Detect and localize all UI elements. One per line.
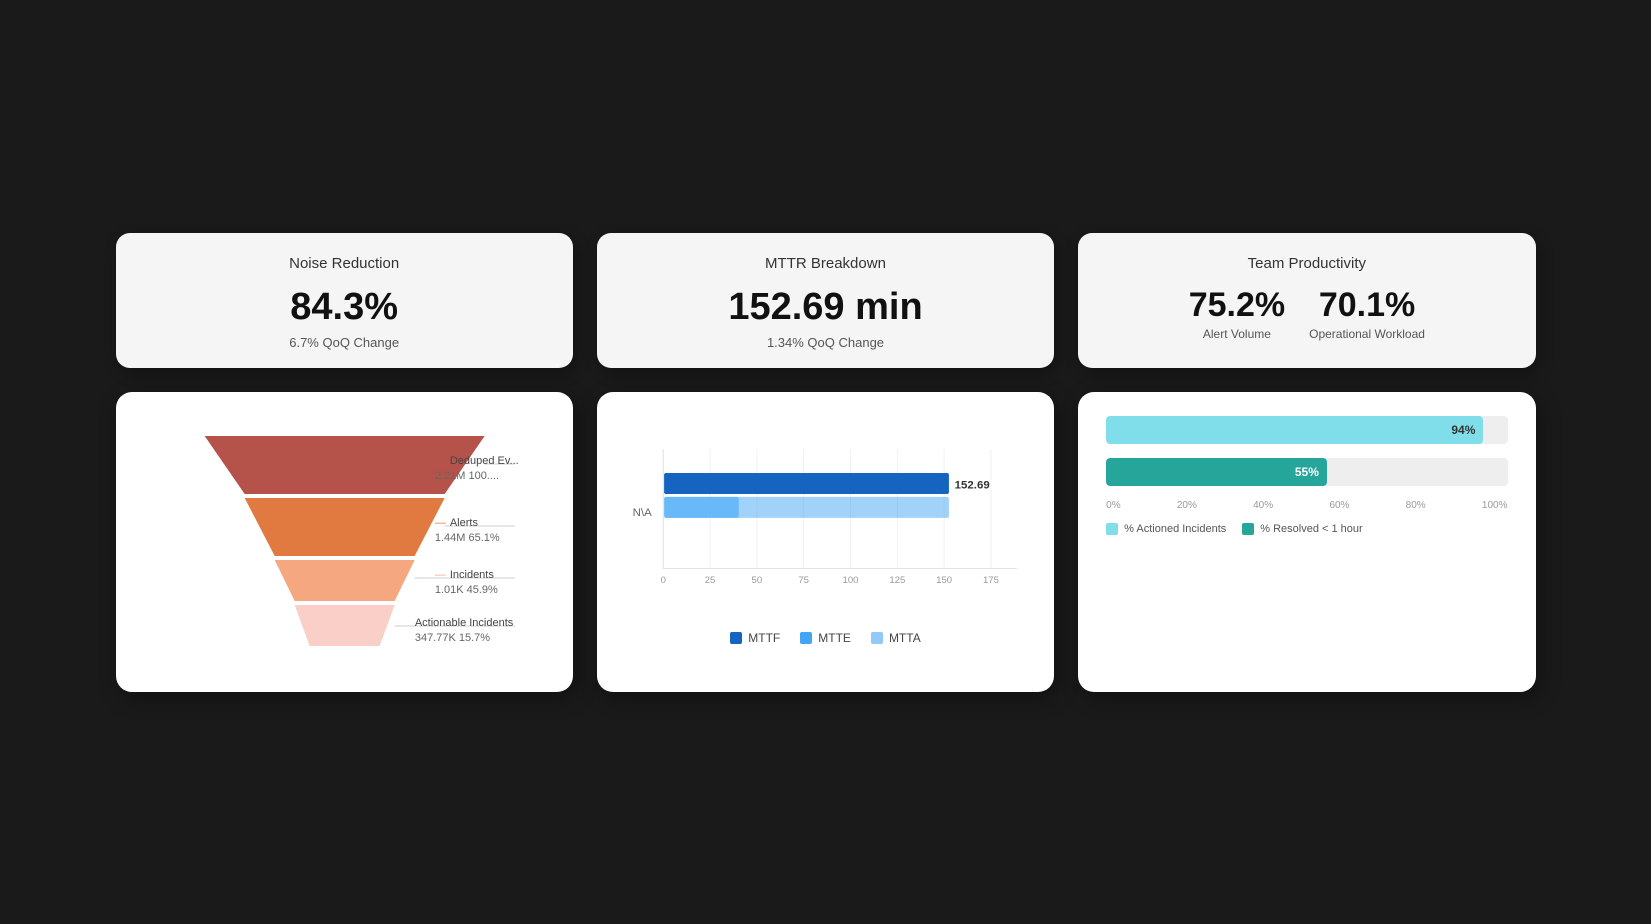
- noise-reduction-title: Noise Reduction: [148, 255, 541, 272]
- legend-mtta: MTTA: [871, 631, 921, 645]
- hbar-resolved-track: 55%: [1106, 458, 1507, 486]
- funnel-label-4: Actionable Incidents347.77K 15.7%: [415, 616, 545, 647]
- funnel-label-2: —Alerts1.44M 65.1%: [435, 516, 545, 547]
- mttr-chart: N\A 0 25 50 75 100 125 150 175: [625, 416, 1026, 645]
- hbar-actioned-fill: 94%: [1106, 416, 1483, 444]
- mtta-legend-label: MTTA: [889, 631, 921, 645]
- operational-item: 70.1% Operational Workload: [1309, 286, 1425, 341]
- hbar-actioned-track: 94%: [1106, 416, 1507, 444]
- mttr-legend: MTTF MTTE MTTA: [625, 631, 1026, 645]
- funnel-chart-card: —Deduped Ev...2.21M 100.... —Alerts1.44M…: [116, 392, 573, 692]
- noise-reduction-kpi: Noise Reduction 84.3% 6.7% QoQ Change: [116, 233, 573, 368]
- svg-text:150: 150: [936, 574, 952, 585]
- mttr-chart-card: N\A 0 25 50 75 100 125 150 175: [597, 392, 1054, 692]
- svg-text:100: 100: [842, 574, 858, 585]
- legend-actioned: % Actioned Incidents: [1106, 523, 1226, 535]
- hbar-resolved-pct: 55%: [1295, 465, 1319, 479]
- team-productivity-title: Team Productivity: [1110, 255, 1503, 272]
- productivity-legend: % Actioned Incidents % Resolved < 1 hour: [1106, 523, 1507, 535]
- legend-mttf: MTTF: [730, 631, 780, 645]
- svg-text:0: 0: [660, 574, 665, 585]
- svg-text:175: 175: [983, 574, 999, 585]
- dashboard: Noise Reduction 84.3% 6.7% QoQ Change MT…: [76, 193, 1576, 732]
- svg-text:125: 125: [889, 574, 905, 585]
- productivity-chart-card: 94% 55% 0% 20% 40% 60% 80% 100%: [1078, 392, 1535, 692]
- mttr-svg: N\A 0 25 50 75 100 125 150 175: [625, 416, 1026, 616]
- svg-text:75: 75: [798, 574, 809, 585]
- mtta-legend-dot: [871, 632, 883, 644]
- mttf-legend-dot: [730, 632, 742, 644]
- actioned-legend-label: % Actioned Incidents: [1124, 523, 1226, 535]
- hbar-actioned: 94%: [1106, 416, 1507, 444]
- operational-value: 70.1%: [1309, 286, 1425, 325]
- team-productivity-dual: 75.2% Alert Volume 70.1% Operational Wor…: [1110, 286, 1503, 341]
- funnel-label-3: —Incidents1.01K 45.9%: [435, 568, 545, 599]
- resolved-legend-dot: [1242, 523, 1254, 535]
- mttr-value: 152.69 min: [629, 286, 1022, 329]
- alert-volume-label: Alert Volume: [1189, 327, 1285, 341]
- team-productivity-kpi: Team Productivity 75.2% Alert Volume 70.…: [1078, 233, 1535, 368]
- hbar-resolved: 55%: [1106, 458, 1507, 486]
- legend-resolved: % Resolved < 1 hour: [1242, 523, 1362, 535]
- svg-text:50: 50: [751, 574, 762, 585]
- mtte-legend-dot: [800, 632, 812, 644]
- alert-volume-item: 75.2% Alert Volume: [1189, 286, 1285, 341]
- actioned-legend-dot: [1106, 523, 1118, 535]
- svg-text:152.69: 152.69: [954, 479, 989, 491]
- resolved-legend-label: % Resolved < 1 hour: [1260, 523, 1362, 535]
- hbar-actioned-pct: 94%: [1451, 423, 1475, 437]
- noise-reduction-value: 84.3%: [148, 286, 541, 329]
- hbar-axis: 0% 20% 40% 60% 80% 100%: [1106, 500, 1507, 511]
- mttr-subtitle: 1.34% QoQ Change: [629, 335, 1022, 350]
- mtte-legend-label: MTTE: [818, 631, 851, 645]
- mttr-title: MTTR Breakdown: [629, 255, 1022, 272]
- alert-volume-value: 75.2%: [1189, 286, 1285, 325]
- mttr-kpi: MTTR Breakdown 152.69 min 1.34% QoQ Chan…: [597, 233, 1054, 368]
- svg-text:N\A: N\A: [632, 507, 651, 519]
- noise-reduction-subtitle: 6.7% QoQ Change: [148, 335, 541, 350]
- mttf-legend-label: MTTF: [748, 631, 780, 645]
- funnel-label-1: —Deduped Ev...2.21M 100....: [435, 454, 545, 485]
- svg-text:25: 25: [705, 574, 716, 585]
- operational-label: Operational Workload: [1309, 327, 1425, 341]
- productivity-hbar-chart: 94% 55% 0% 20% 40% 60% 80% 100%: [1106, 416, 1507, 535]
- hbar-resolved-fill: 55%: [1106, 458, 1327, 486]
- funnel-container: —Deduped Ev...2.21M 100.... —Alerts1.44M…: [144, 416, 545, 666]
- legend-mtte: MTTE: [800, 631, 851, 645]
